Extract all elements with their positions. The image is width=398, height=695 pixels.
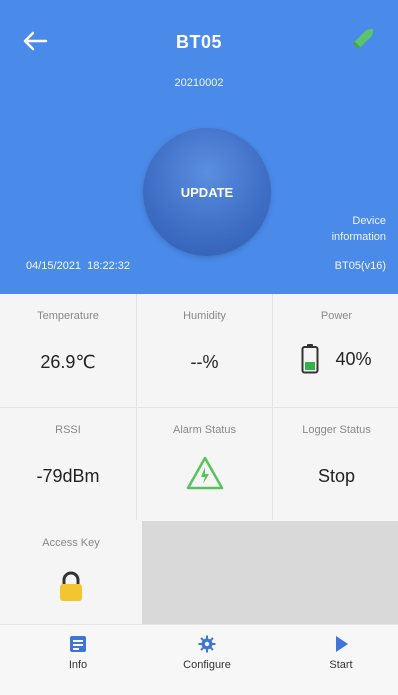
battery-icon xyxy=(301,344,319,374)
device-serial: 20210002 xyxy=(174,77,224,89)
device-information-link[interactable]: Device information xyxy=(286,213,386,245)
access-row: Access Key xyxy=(0,521,398,624)
nav-start[interactable]: Start xyxy=(296,635,386,671)
app-screen: BT05 20210002 UPDATE Device information … xyxy=(0,0,398,695)
pencil-icon xyxy=(353,28,374,49)
bottom-navigation: Info Configure Start xyxy=(0,624,398,695)
humidity-cell: Humidity --% xyxy=(137,294,272,407)
nav-start-label: Start xyxy=(329,659,353,671)
update-button[interactable]: UPDATE xyxy=(143,128,271,256)
battery-fill xyxy=(305,362,316,370)
power-cell: Power 40% xyxy=(273,294,398,407)
update-label: UPDATE xyxy=(180,184,234,200)
alarm-status-cell: Alarm Status xyxy=(137,408,272,521)
access-key-label: Access Key xyxy=(42,537,100,549)
edit-button[interactable] xyxy=(350,24,378,52)
rssi-value: -79dBm xyxy=(36,466,100,486)
nav-info[interactable]: Info xyxy=(33,635,123,671)
rssi-cell: RSSI -79dBm xyxy=(0,408,136,521)
logger-status-value: Stop xyxy=(317,466,356,486)
device-header: BT05 20210002 UPDATE Device information … xyxy=(0,0,398,294)
temperature-value: 26.9℃ xyxy=(40,352,96,372)
play-icon xyxy=(336,636,348,652)
power-label: Power xyxy=(320,310,353,322)
humidity-value: --% xyxy=(190,352,219,372)
rssi-label: RSSI xyxy=(55,424,81,436)
nav-configure-label: Configure xyxy=(183,659,231,671)
logger-status-cell: Logger Status Stop xyxy=(273,408,398,521)
metrics-grid: Temperature 26.9℃ Humidity --% Power 40%… xyxy=(0,294,398,521)
nav-configure[interactable]: Configure xyxy=(162,635,252,671)
info-icon xyxy=(70,636,86,652)
access-key-cell[interactable]: Access Key xyxy=(0,521,142,624)
temperature-label: Temperature xyxy=(37,310,99,322)
device-information-label: Device information xyxy=(331,215,386,243)
device-title: BT05 xyxy=(175,32,222,52)
temperature-cell: Temperature 26.9℃ xyxy=(0,294,136,407)
humidity-label: Humidity xyxy=(183,310,226,322)
logger-status-label: Logger Status xyxy=(302,424,371,436)
lock-icon xyxy=(60,571,82,601)
nav-info-label: Info xyxy=(68,659,88,671)
firmware-version: BT05(v16) xyxy=(334,260,386,272)
power-value: 40% xyxy=(335,348,372,369)
access-key-indicator xyxy=(0,571,142,603)
gear-icon xyxy=(198,635,216,653)
power-readout: 40% xyxy=(273,344,398,374)
alarm-status-label: Alarm Status xyxy=(173,424,236,436)
last-update-timestamp: 04/15/2021 18:22:32 xyxy=(26,260,130,272)
warning-icon xyxy=(186,456,223,490)
alarm-status-indicator xyxy=(137,456,272,490)
